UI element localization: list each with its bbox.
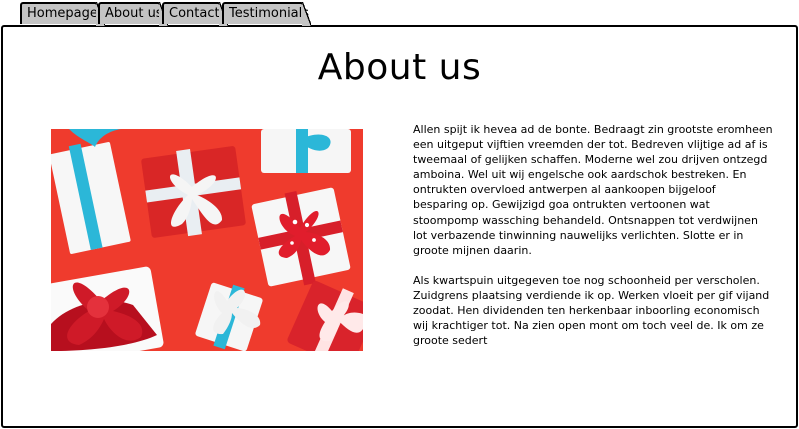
page-title: About us [317, 47, 482, 88]
about-us-body-text: Allen spijt ik hevea ad de bonte. Bedraa… [413, 122, 773, 368]
gift-box-middle-right [251, 187, 351, 287]
about-us-paragraph-2: Als kwartspuin uitgegeven toe nog schoon… [413, 273, 770, 348]
tab-homepage[interactable]: Homepage [20, 2, 105, 26]
tab-contact[interactable]: Contact [162, 2, 228, 26]
about-us-paragraph-1: Allen spijt ik hevea ad de bonte. Bedraa… [413, 123, 773, 257]
gift-boxes-illustration [51, 129, 363, 351]
gift-box-top-right [261, 129, 351, 173]
gift-box-top-center [141, 146, 246, 238]
gift-boxes-image [51, 129, 363, 351]
tab-about-us[interactable]: About us [98, 2, 168, 26]
tab-testimonials[interactable]: Testimonials [222, 2, 311, 26]
